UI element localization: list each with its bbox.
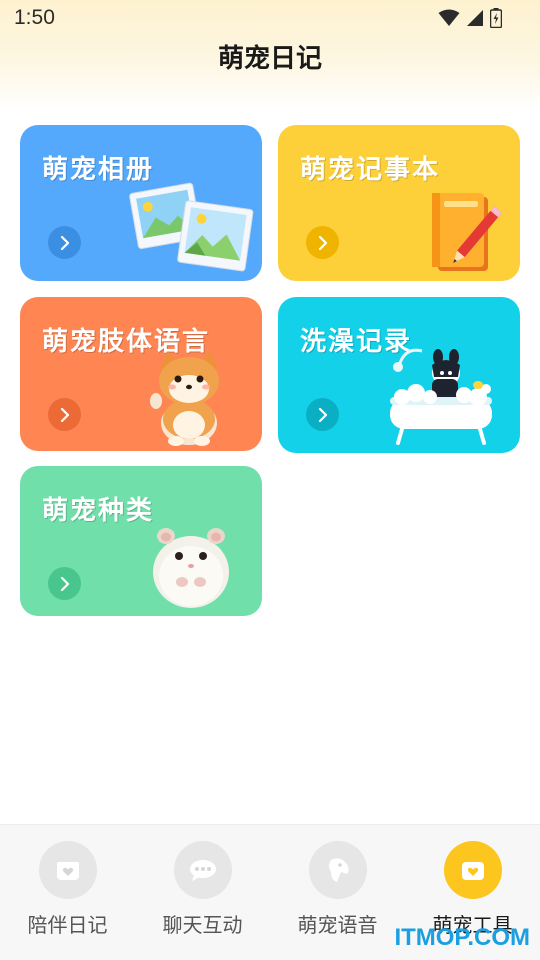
nav-label: 聊天互动 [162, 913, 243, 937]
chevron-right-icon[interactable] [306, 398, 339, 431]
nav-item-companion-diary[interactable]: 陪伴日记 [0, 841, 135, 938]
nav-item-pet-voice[interactable]: 萌宠语音 [270, 841, 405, 938]
calendar-heart-icon [38, 841, 97, 899]
calendar-heart-icon [443, 841, 502, 899]
chevron-right-icon[interactable] [48, 398, 81, 431]
notebook-pencil-art [432, 193, 502, 271]
chevron-right-icon[interactable] [306, 226, 339, 259]
wifi-icon [438, 9, 460, 26]
photo-album-art [129, 182, 254, 272]
page-title: 萌宠日记 [217, 44, 322, 74]
dog-head-icon [308, 841, 367, 899]
card-bath-record[interactable]: 洗澡记录 [278, 297, 520, 453]
status-bar: 1:50 [0, 0, 540, 38]
nav-label: 陪伴日记 [27, 913, 108, 937]
card-pet-species[interactable]: 萌宠种类 [20, 466, 262, 616]
watermark: ITMOP.COM [394, 924, 530, 951]
dog-bathtub-art [390, 348, 492, 445]
card-pet-album[interactable]: 萌宠相册 [20, 125, 262, 281]
nav-item-chat-interaction[interactable]: 聊天互动 [135, 841, 270, 938]
chevron-right-icon[interactable] [48, 567, 81, 600]
card-pet-body-language[interactable]: 萌宠肢体语言 [20, 297, 262, 451]
nav-label: 萌宠语音 [297, 913, 378, 937]
shiba-dog-art [150, 351, 219, 446]
card-title: 萌宠记事本 [300, 155, 441, 185]
status-time: 1:50 [14, 6, 55, 29]
hamster-art [153, 528, 229, 608]
chevron-right-icon[interactable] [48, 226, 81, 259]
card-title: 萌宠种类 [42, 496, 155, 526]
card-pet-notebook[interactable]: 萌宠记事本 [278, 125, 520, 281]
chat-bubble-icon [173, 841, 232, 899]
status-icons [438, 8, 502, 28]
signal-icon [467, 10, 483, 26]
battery-icon [490, 8, 502, 28]
